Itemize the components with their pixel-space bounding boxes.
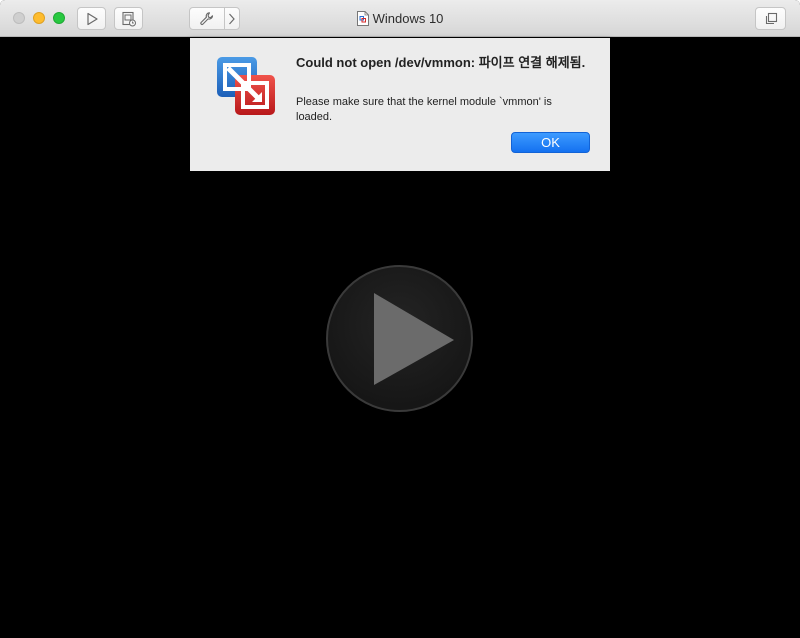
snapshot-button[interactable] — [114, 7, 143, 30]
more-toolbar-button[interactable] — [225, 8, 239, 29]
play-icon — [374, 293, 454, 385]
start-vm-button[interactable] — [77, 7, 106, 30]
error-dialog: Could not open /dev/vmmon: 파이프 연결 해제됨. P… — [190, 38, 610, 171]
window-title: Windows 10 — [356, 11, 444, 26]
window-title-text: Windows 10 — [372, 11, 444, 26]
vmx-document-icon — [356, 11, 369, 26]
play-icon — [86, 12, 98, 25]
dialog-title: Could not open /dev/vmmon: 파이프 연결 해제됨. — [296, 55, 586, 70]
snapshot-icon — [121, 11, 136, 26]
fullscreen-button[interactable] — [755, 7, 786, 30]
fullscreen-icon — [765, 12, 777, 24]
ok-button[interactable]: OK — [511, 132, 590, 153]
vmware-window: Windows 10 Could not open /dev/vmmon: 파이… — [0, 0, 800, 638]
vmware-fusion-logo — [217, 57, 275, 115]
wrench-icon — [200, 11, 214, 25]
power-on-vm-button[interactable] — [326, 265, 473, 412]
close-window-button[interactable] — [13, 12, 25, 24]
dialog-message: Please make sure that the kernel module … — [296, 96, 552, 123]
chevron-right-icon — [229, 13, 235, 24]
title-bar[interactable]: Windows 10 — [0, 0, 800, 37]
settings-button[interactable] — [190, 8, 226, 29]
zoom-window-button[interactable] — [53, 12, 65, 24]
settings-button-group — [189, 7, 240, 30]
minimize-window-button[interactable] — [33, 12, 45, 24]
